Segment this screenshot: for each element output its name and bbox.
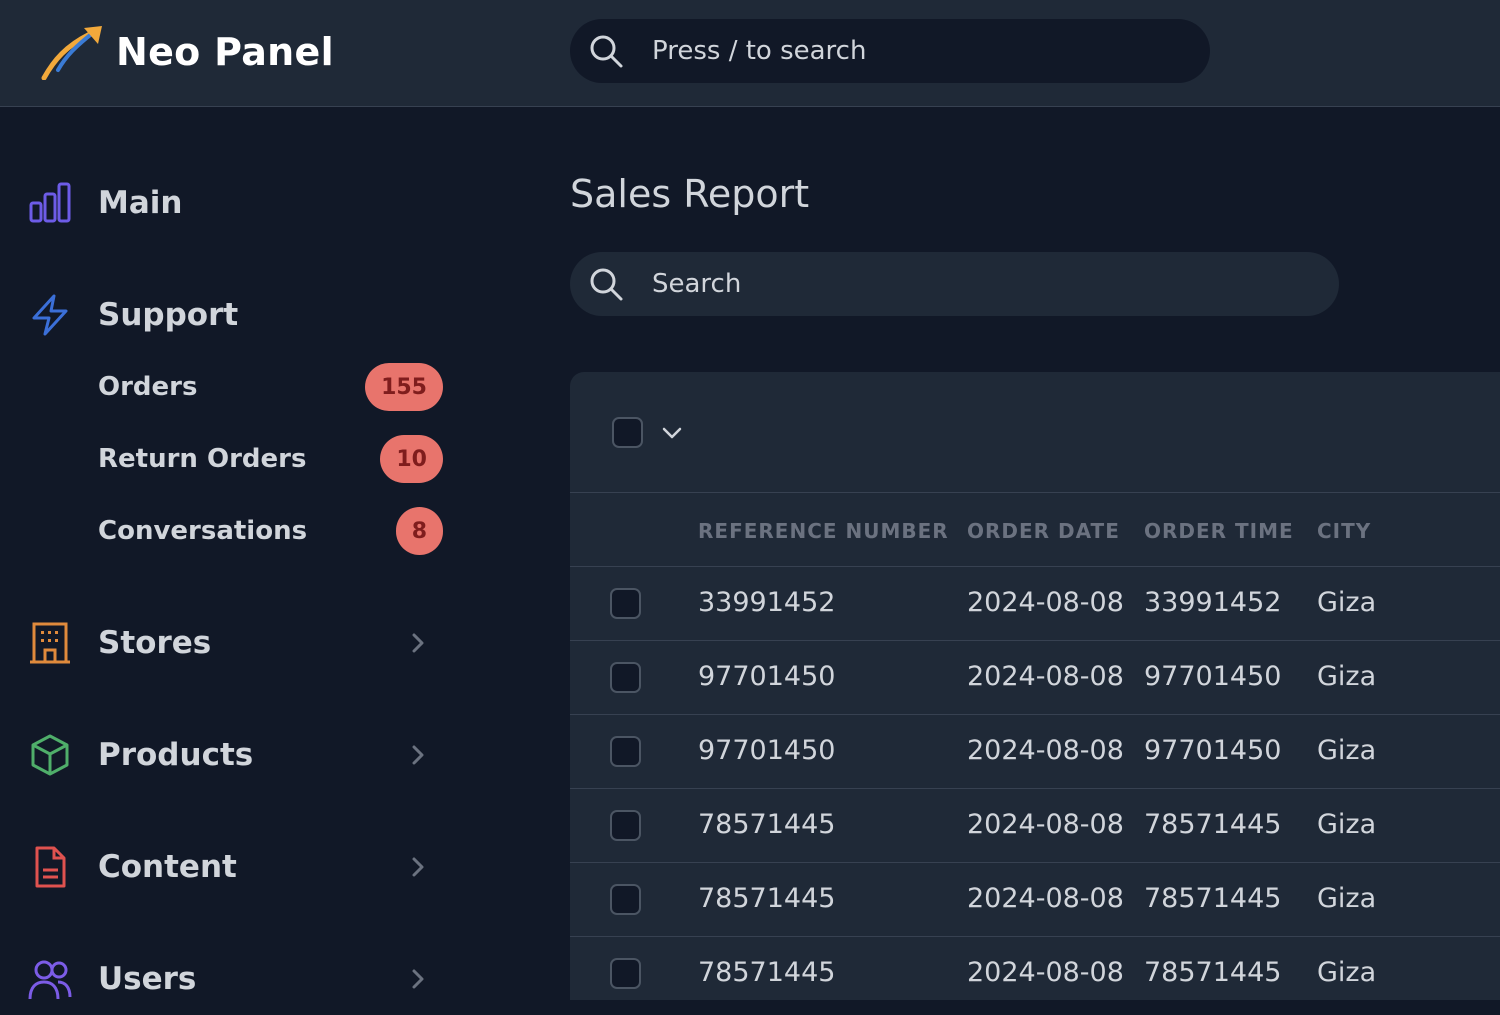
order-time-cell: 97701450: [1144, 661, 1282, 692]
order-time-cell: 97701450: [1144, 735, 1282, 766]
order-date-cell: 2024-08-08: [967, 661, 1124, 692]
city-cell: Giza: [1317, 957, 1377, 988]
chevron-right-icon: [412, 633, 424, 653]
brand[interactable]: Neo Panel: [40, 22, 334, 82]
count-badge: 155: [365, 363, 443, 411]
sidebar-subitem-label: Conversations: [98, 516, 308, 546]
users-icon: [28, 960, 72, 1000]
order-time-cell: 78571445: [1144, 957, 1282, 988]
sidebar-subitem-orders[interactable]: Orders 155: [98, 362, 443, 412]
reference-number-cell: 97701450: [698, 661, 836, 692]
sidebar-subitem-return-orders[interactable]: Return Orders 10: [98, 434, 443, 484]
sidebar-subitem-label: Return Orders: [98, 444, 307, 474]
sidebar-item-label: Support: [98, 297, 239, 333]
row-checkbox[interactable]: [610, 958, 641, 989]
sales-table: REFERENCE NUMBER ORDER DATE ORDER TIME C…: [570, 372, 1500, 1000]
city-cell: Giza: [1317, 661, 1377, 692]
top-bar: Neo Panel: [0, 0, 1500, 107]
sidebar-item-label: Main: [98, 185, 183, 221]
sidebar-item-label: Products: [98, 737, 254, 773]
table-header: REFERENCE NUMBER ORDER DATE ORDER TIME C…: [570, 493, 1500, 567]
reference-number-cell: 78571445: [698, 957, 836, 988]
table-row[interactable]: 78571445 2024-08-08 78571445 Giza: [570, 863, 1500, 937]
column-header[interactable]: ORDER TIME: [1144, 519, 1294, 543]
sidebar-item-products[interactable]: Products: [0, 719, 470, 791]
chevron-right-icon: [412, 745, 424, 765]
sidebar-item-label: Content: [98, 849, 237, 885]
search-icon: [590, 268, 623, 301]
order-date-cell: 2024-08-08: [967, 587, 1124, 618]
global-search[interactable]: [570, 19, 1210, 83]
sidebar-item-users[interactable]: Users: [0, 943, 470, 1015]
column-header[interactable]: CITY: [1317, 519, 1371, 543]
bar-chart-icon: [29, 182, 71, 223]
lightning-icon: [32, 294, 68, 336]
order-date-cell: 2024-08-08: [967, 735, 1124, 766]
sidebar-item-main[interactable]: Main: [0, 167, 470, 239]
row-checkbox[interactable]: [610, 810, 641, 841]
order-time-cell: 33991452: [1144, 587, 1282, 618]
order-time-cell: 78571445: [1144, 883, 1282, 914]
sidebar-subitem-label: Orders: [98, 372, 198, 402]
reference-number-cell: 78571445: [698, 883, 836, 914]
global-search-input[interactable]: [650, 19, 1190, 83]
reference-number-cell: 78571445: [698, 809, 836, 840]
order-date-cell: 2024-08-08: [967, 957, 1124, 988]
city-cell: Giza: [1317, 735, 1377, 766]
sidebar: Main Support Orders 155 Return Orders 10…: [0, 108, 540, 1000]
reference-number-cell: 33991452: [698, 587, 836, 618]
search-icon: [590, 35, 623, 68]
building-icon: [30, 622, 70, 664]
row-checkbox[interactable]: [610, 588, 641, 619]
table-row[interactable]: 97701450 2024-08-08 97701450 Giza: [570, 641, 1500, 715]
table-row[interactable]: 33991452 2024-08-08 33991452 Giza: [570, 567, 1500, 641]
city-cell: Giza: [1317, 809, 1377, 840]
sidebar-subitem-conversations[interactable]: Conversations 8: [98, 506, 443, 556]
chevron-down-icon[interactable]: [660, 422, 684, 444]
city-cell: Giza: [1317, 587, 1377, 618]
chevron-right-icon: [412, 969, 424, 989]
count-badge: 10: [380, 435, 443, 483]
logo-icon: [41, 26, 102, 80]
table-search-input[interactable]: [650, 252, 1310, 316]
sidebar-item-content[interactable]: Content: [0, 831, 470, 903]
table-search[interactable]: [570, 252, 1339, 316]
cube-icon: [31, 734, 69, 776]
row-checkbox[interactable]: [610, 662, 641, 693]
document-icon: [35, 846, 66, 888]
order-time-cell: 78571445: [1144, 809, 1282, 840]
order-date-cell: 2024-08-08: [967, 883, 1124, 914]
chevron-right-icon: [412, 857, 424, 877]
reference-number-cell: 97701450: [698, 735, 836, 766]
table-row[interactable]: 78571445 2024-08-08 78571445 Giza: [570, 937, 1500, 1000]
table-row[interactable]: 97701450 2024-08-08 97701450 Giza: [570, 715, 1500, 789]
sidebar-item-label: Users: [98, 961, 197, 997]
city-cell: Giza: [1317, 883, 1377, 914]
order-date-cell: 2024-08-08: [967, 809, 1124, 840]
table-row[interactable]: 78571445 2024-08-08 78571445 Giza: [570, 789, 1500, 863]
column-header[interactable]: REFERENCE NUMBER: [698, 519, 949, 543]
table-toolbar: [570, 372, 1500, 493]
row-checkbox[interactable]: [610, 736, 641, 767]
row-checkbox[interactable]: [610, 884, 641, 915]
column-header[interactable]: ORDER DATE: [967, 519, 1120, 543]
page-title: Sales Report: [570, 172, 810, 216]
count-badge: 8: [395, 507, 443, 555]
select-all-checkbox[interactable]: [612, 417, 643, 448]
app-name: Neo Panel: [116, 30, 334, 74]
sidebar-item-stores[interactable]: Stores: [0, 607, 470, 679]
sidebar-item-support[interactable]: Support: [0, 279, 470, 351]
sidebar-item-label: Stores: [98, 625, 212, 661]
